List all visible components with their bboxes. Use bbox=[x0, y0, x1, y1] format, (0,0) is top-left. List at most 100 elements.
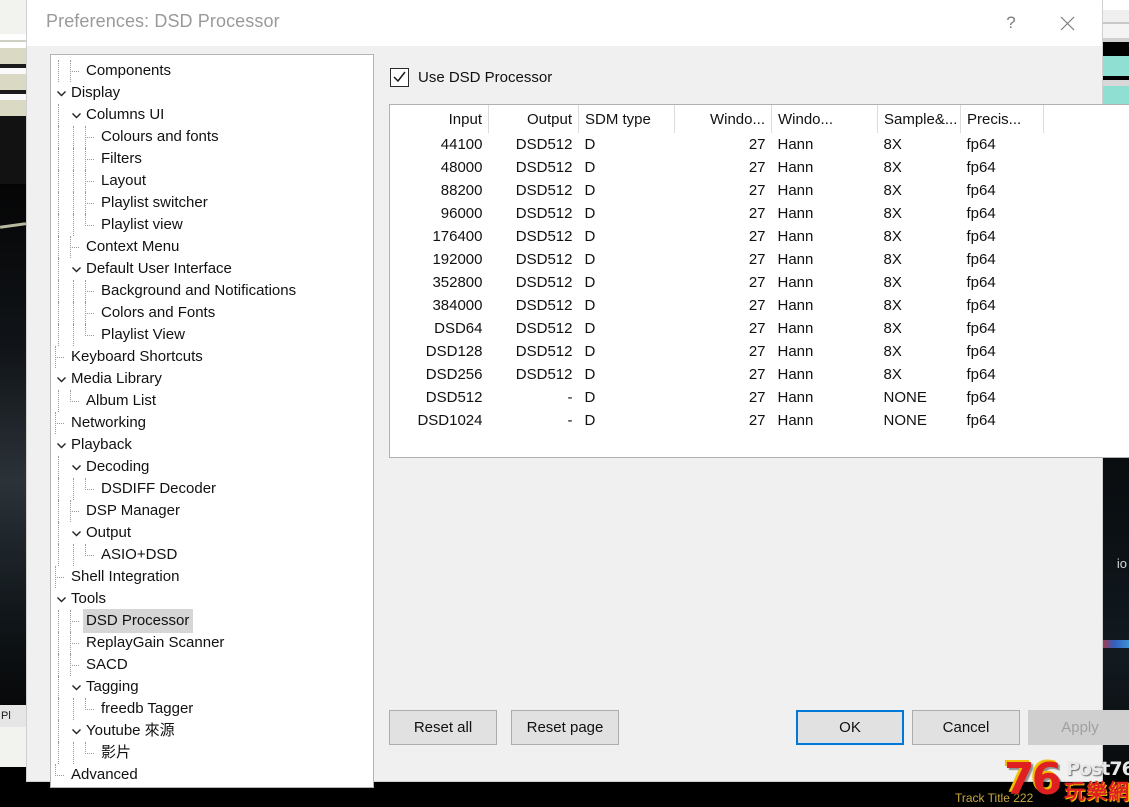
chevron-down-icon[interactable] bbox=[54, 368, 68, 390]
cell-window-1: 27 bbox=[748, 182, 766, 199]
sidebar-item-replaygain-scanner[interactable]: ReplayGain Scanner bbox=[51, 632, 373, 654]
tree-guide-line bbox=[58, 654, 60, 676]
chevron-down-icon[interactable] bbox=[69, 456, 83, 478]
sidebar-item-tagging[interactable]: Tagging bbox=[51, 676, 373, 698]
dsd-conversion-table[interactable]: Input Output SDM type Windo... Windo... … bbox=[389, 104, 1129, 458]
column-header-output[interactable]: Output bbox=[488, 105, 579, 133]
tree-guide-line bbox=[58, 632, 60, 654]
sidebar-item-playlist-view[interactable]: Playlist view bbox=[51, 214, 373, 236]
table-row[interactable]: 44100 DSD512 D 27 Hann 8X fp64 bbox=[390, 133, 1129, 156]
sidebar-item-colors-and-fonts[interactable]: Colors and Fonts bbox=[51, 302, 373, 324]
sidebar-item-background-and-notifications[interactable]: Background and Notifications bbox=[51, 280, 373, 302]
column-header-input[interactable]: Input bbox=[390, 105, 489, 133]
sidebar-item-影片[interactable]: 影片 bbox=[51, 742, 373, 764]
table-row[interactable]: DSD128 DSD512 D 27 Hann 8X fp64 bbox=[390, 340, 1129, 363]
cell-sample: NONE bbox=[883, 412, 927, 429]
table-row[interactable]: DSD512 - D 27 Hann NONE fp64 bbox=[390, 386, 1129, 409]
chevron-down-icon[interactable] bbox=[69, 522, 83, 544]
cell-window-2: Hann bbox=[777, 297, 814, 314]
cell-sdm-type: D bbox=[584, 320, 596, 337]
preferences-tree[interactable]: Components Display Columns UI Colours and f… bbox=[50, 54, 374, 788]
sidebar-item-asio-dsd[interactable]: ASIO+DSD bbox=[51, 544, 373, 566]
chevron-down-icon[interactable] bbox=[69, 676, 83, 698]
cancel-button[interactable]: Cancel bbox=[912, 710, 1020, 745]
sidebar-item-playlist-switcher[interactable]: Playlist switcher bbox=[51, 192, 373, 214]
reset-all-button[interactable]: Reset all bbox=[389, 710, 497, 745]
sidebar-item-decoding[interactable]: Decoding bbox=[51, 456, 373, 478]
chevron-down-icon[interactable] bbox=[69, 720, 83, 742]
chevron-down-icon[interactable] bbox=[69, 104, 83, 126]
table-row[interactable]: 352800 DSD512 D 27 Hann 8X fp64 bbox=[390, 271, 1129, 294]
table-row[interactable]: 384000 DSD512 D 27 Hann 8X fp64 bbox=[390, 294, 1129, 317]
checkmark-icon bbox=[393, 71, 406, 83]
sidebar-item-youtube-來源[interactable]: Youtube 來源 bbox=[51, 720, 373, 742]
sidebar-item-colours-and-fonts[interactable]: Colours and fonts bbox=[51, 126, 373, 148]
column-header-window-1[interactable]: Windo... bbox=[674, 105, 772, 133]
close-button[interactable] bbox=[1044, 0, 1090, 46]
sidebar-item-networking[interactable]: Networking bbox=[51, 412, 373, 434]
column-header-sample[interactable]: Sample&... bbox=[877, 105, 961, 133]
cell-precision: fp64 bbox=[966, 412, 996, 429]
sidebar-item-label: Decoding bbox=[86, 458, 150, 475]
sidebar-item-advanced[interactable]: Advanced bbox=[51, 764, 373, 786]
cell-precision: fp64 bbox=[966, 297, 996, 314]
reset-page-button[interactable]: Reset page bbox=[511, 710, 619, 745]
tree-branch-line bbox=[84, 324, 98, 346]
table-row[interactable]: DSD64 DSD512 D 27 Hann 8X fp64 bbox=[390, 317, 1129, 340]
cell-precision: fp64 bbox=[966, 205, 996, 222]
cell-window-1: 27 bbox=[748, 136, 766, 153]
sidebar-item-keyboard-shortcuts[interactable]: Keyboard Shortcuts bbox=[51, 346, 373, 368]
sidebar-item-dsd-processor[interactable]: DSD Processor bbox=[51, 609, 373, 633]
sidebar-item-components[interactable]: Components bbox=[51, 60, 373, 82]
table-row[interactable]: 192000 DSD512 D 27 Hann 8X fp64 bbox=[390, 248, 1129, 271]
column-header-window-2[interactable]: Windo... bbox=[771, 105, 878, 133]
help-button[interactable]: ? bbox=[988, 0, 1034, 46]
use-dsd-processor-row[interactable]: Use DSD Processor bbox=[390, 68, 552, 87]
sidebar-item-output[interactable]: Output bbox=[51, 522, 373, 544]
sidebar-item-layout[interactable]: Layout bbox=[51, 170, 373, 192]
sidebar-item-context-menu[interactable]: Context Menu bbox=[51, 236, 373, 258]
column-header-sdm-type[interactable]: SDM type bbox=[578, 105, 675, 133]
sidebar-item-sacd[interactable]: SACD bbox=[51, 654, 373, 676]
chevron-down-icon[interactable] bbox=[54, 588, 68, 610]
sidebar-item-media-library[interactable]: Media Library bbox=[51, 368, 373, 390]
sidebar-item-shell-integration[interactable]: Shell Integration bbox=[51, 566, 373, 588]
tree-branch-line bbox=[84, 126, 98, 148]
background-playlist-rows bbox=[0, 34, 26, 184]
cell-precision: fp64 bbox=[966, 320, 996, 337]
table-row[interactable]: DSD1024 - D 27 Hann NONE fp64 bbox=[390, 409, 1129, 432]
sidebar-item-freedb-tagger[interactable]: freedb Tagger bbox=[51, 698, 373, 720]
sidebar-item-dsdiff-decoder[interactable]: DSDIFF Decoder bbox=[51, 478, 373, 500]
ok-button[interactable]: OK bbox=[796, 710, 904, 745]
sidebar-item-playlist-view[interactable]: Playlist View bbox=[51, 324, 373, 346]
chevron-down-icon[interactable] bbox=[69, 258, 83, 280]
sidebar-item-default-user-interface[interactable]: Default User Interface bbox=[51, 258, 373, 280]
tree-branch-line bbox=[69, 654, 83, 676]
column-header-precision[interactable]: Precis... bbox=[960, 105, 1044, 133]
sidebar-item-display[interactable]: Display bbox=[51, 82, 373, 104]
chevron-down-icon[interactable] bbox=[54, 82, 68, 104]
table-row[interactable]: 88200 DSD512 D 27 Hann 8X fp64 bbox=[390, 179, 1129, 202]
sidebar-item-label: Keyboard Shortcuts bbox=[71, 348, 203, 365]
table-row[interactable]: 48000 DSD512 D 27 Hann 8X fp64 bbox=[390, 156, 1129, 179]
cell-output: DSD512 bbox=[515, 274, 573, 291]
cell-window-1: 27 bbox=[748, 320, 766, 337]
sidebar-item-album-list[interactable]: Album List bbox=[51, 390, 373, 412]
use-dsd-processor-checkbox[interactable] bbox=[390, 68, 409, 87]
sidebar-item-columns-ui[interactable]: Columns UI bbox=[51, 104, 373, 126]
table-row[interactable]: 96000 DSD512 D 27 Hann 8X fp64 bbox=[390, 202, 1129, 225]
sidebar-item-playback[interactable]: Playback bbox=[51, 434, 373, 456]
sidebar-item-label: Playback bbox=[71, 436, 132, 453]
cell-sdm-type: D bbox=[584, 251, 596, 268]
sidebar-item-label: Display bbox=[71, 84, 121, 101]
table-row[interactable]: DSD256 DSD512 D 27 Hann 8X fp64 bbox=[390, 363, 1129, 386]
table-row[interactable]: 176400 DSD512 D 27 Hann 8X fp64 bbox=[390, 225, 1129, 248]
sidebar-item-dsp-manager[interactable]: DSP Manager bbox=[51, 500, 373, 522]
cell-filler bbox=[1044, 386, 1129, 409]
cell-input: 176400 bbox=[432, 228, 483, 245]
tree-guide-line bbox=[73, 544, 75, 566]
cell-sdm-type: D bbox=[584, 205, 596, 222]
chevron-down-icon[interactable] bbox=[54, 434, 68, 456]
sidebar-item-filters[interactable]: Filters bbox=[51, 148, 373, 170]
sidebar-item-tools[interactable]: Tools bbox=[51, 588, 373, 610]
